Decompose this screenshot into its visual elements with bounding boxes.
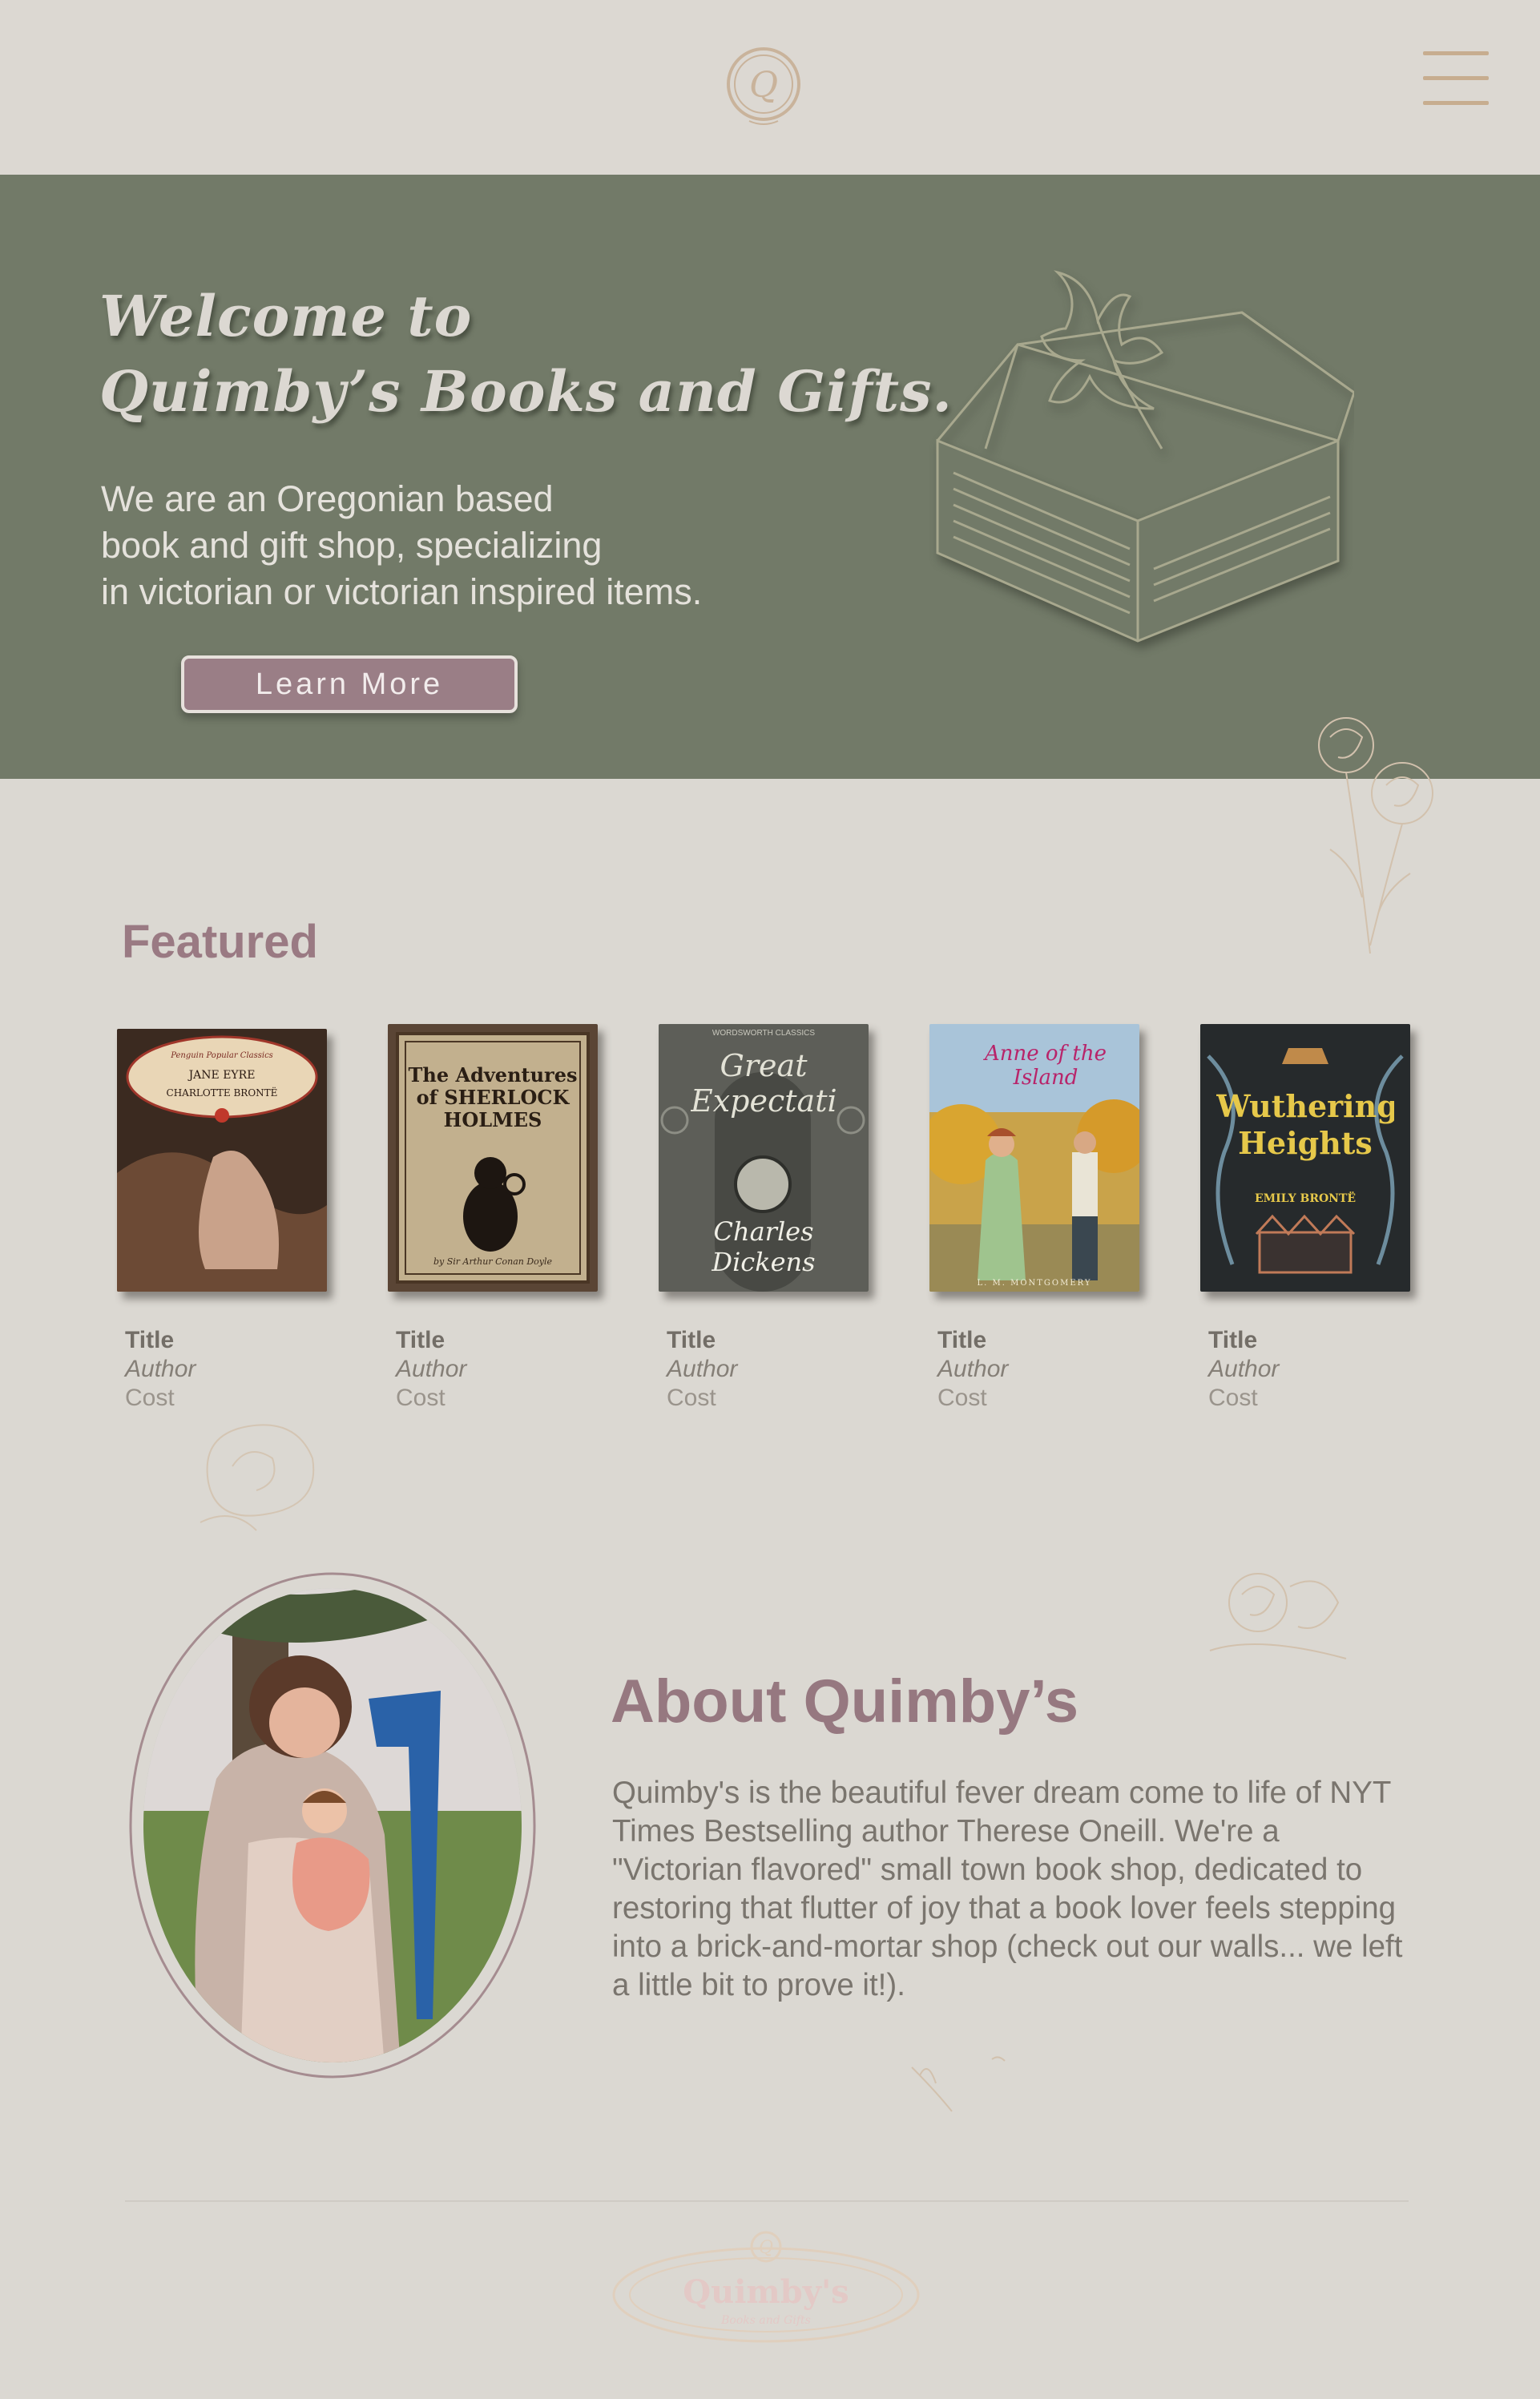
jane-eyre-cover-art: Penguin Popular Classics JANE EYRE CHARL…: [117, 1029, 327, 1292]
footer-divider: [125, 2200, 1409, 2202]
book-cover-great-expectations[interactable]: WORDSWORTH CLASSICS Great Expectations C…: [659, 1024, 869, 1292]
footer-logo[interactable]: Q Quimby's Books and Gifts: [606, 2229, 926, 2357]
cover-title-text: Anne of the Island: [984, 1042, 1107, 1090]
page: Q Welcome to Quimby’s Books and Gifts. W…: [0, 0, 1540, 2399]
hero-description-line-3: in victorian or victorian inspired items…: [101, 571, 703, 612]
about-heading: About Quimby’s: [611, 1667, 1079, 1736]
book-title: Title: [937, 1327, 987, 1353]
book-author: Author: [1208, 1356, 1280, 1382]
svg-text:Q: Q: [759, 2238, 773, 2258]
cover-author-text: EMILY BRONTË: [1255, 1190, 1356, 1205]
hero-description: We are an Oregonian based book and gift …: [101, 476, 702, 615]
hero-banner: Welcome to Quimby’s Books and Gifts. We …: [0, 175, 1540, 779]
learn-more-button[interactable]: Learn More: [181, 655, 518, 713]
book-card[interactable]: The Adventures of SHERLOCK HOLMES by Sir…: [388, 1018, 604, 1412]
footer-logo-text: Quimby's: [683, 2273, 849, 2311]
book-cost: Cost: [667, 1385, 716, 1411]
book-card[interactable]: WORDSWORTH CLASSICS Great Expectations C…: [659, 1018, 875, 1412]
rose-decoration-icon: [1318, 717, 1433, 954]
cover-series-text: Penguin Popular Classics: [170, 1051, 273, 1060]
book-cover-jane-eyre[interactable]: Penguin Popular Classics JANE EYRE CHARL…: [117, 1029, 327, 1292]
q-monogram-icon[interactable]: Q: [725, 44, 802, 129]
book-cost: Cost: [396, 1385, 445, 1411]
footer-logo-subtext: Books and Gifts: [720, 2314, 811, 2327]
peony-decoration-icon: [200, 1424, 315, 1531]
hero-title-line-1: Welcome to: [99, 283, 473, 349]
cover-author-text: CHARLOTTE BRONTË: [167, 1086, 278, 1099]
anne-of-the-island-cover-art: Anne of the Island L. M. MONTGOMERY: [929, 1024, 1139, 1292]
book-card[interactable]: Anne of the Island L. M. MONTGOMERY Titl…: [929, 1018, 1146, 1412]
book-cover-anne-of-the-island[interactable]: Anne of the Island L. M. MONTGOMERY: [929, 1024, 1139, 1292]
cover-series-text: WORDSWORTH CLASSICS: [712, 1029, 815, 1038]
book-card[interactable]: Penguin Popular Classics JANE EYRE CHARL…: [117, 1018, 333, 1412]
book-cost: Cost: [1208, 1385, 1258, 1411]
cover-title-text: JANE EYRE: [187, 1069, 256, 1082]
hero-description-line-1: We are an Oregonian based: [101, 478, 554, 519]
site-header: Q: [0, 0, 1540, 175]
featured-heading: Featured: [122, 916, 318, 968]
book-author: Author: [396, 1356, 467, 1382]
cover-author-text: by Sir Arthur Conan Doyle: [433, 1256, 553, 1267]
leaf-sprig-decoration-icon: [911, 2056, 1006, 2112]
hero-description-line-2: book and gift shop, specializing: [101, 525, 603, 566]
about-body: Quimby's is the beautiful fever dream co…: [612, 1776, 1403, 2002]
woman-with-doll-photo: [129, 1572, 536, 2078]
book-author: Author: [667, 1356, 738, 1382]
book-title: Title: [125, 1327, 175, 1353]
book-with-flower-icon: [936, 270, 1354, 643]
cover-title-text: Great Expectations: [691, 1048, 837, 1119]
book-cost: Cost: [937, 1385, 987, 1411]
book-cover-wuthering-heights[interactable]: Wuthering Heights EMILY BRONTË: [1200, 1024, 1410, 1292]
svg-text:Q: Q: [749, 65, 778, 106]
book-title: Title: [667, 1327, 716, 1353]
hero-title: Welcome to Quimby’s Books and Gifts.: [99, 279, 953, 429]
hero-title-line-2: Quimby’s Books and Gifts.: [99, 358, 953, 425]
cover-author-text: L. M. MONTGOMERY: [977, 1279, 1091, 1288]
cover-title-text: Wuthering Heights: [1216, 1088, 1394, 1161]
book-title: Title: [396, 1327, 445, 1353]
rose-sprig-decoration-icon: [1209, 1573, 1347, 1659]
great-expectations-cover-art: WORDSWORTH CLASSICS Great Expectations C…: [659, 1024, 869, 1292]
featured-books-list: Penguin Popular Classics JANE EYRE CHARL…: [0, 1018, 1540, 1418]
book-author: Author: [937, 1356, 1009, 1382]
book-author: Author: [125, 1356, 196, 1382]
book-title: Title: [1208, 1327, 1258, 1353]
cover-title-text: The Adventures of SHERLOCK HOLMES: [408, 1064, 578, 1131]
book-card[interactable]: Wuthering Heights EMILY BRONTË Title Aut…: [1200, 1018, 1417, 1412]
wuthering-heights-cover-art: Wuthering Heights EMILY BRONTË: [1200, 1024, 1410, 1292]
cover-author-text: Charles Dickens: [712, 1216, 816, 1277]
hamburger-menu-icon[interactable]: [1423, 51, 1489, 106]
sherlock-holmes-cover-art: The Adventures of SHERLOCK HOLMES by Sir…: [388, 1024, 598, 1292]
book-cover-sherlock-holmes[interactable]: The Adventures of SHERLOCK HOLMES by Sir…: [388, 1024, 598, 1292]
